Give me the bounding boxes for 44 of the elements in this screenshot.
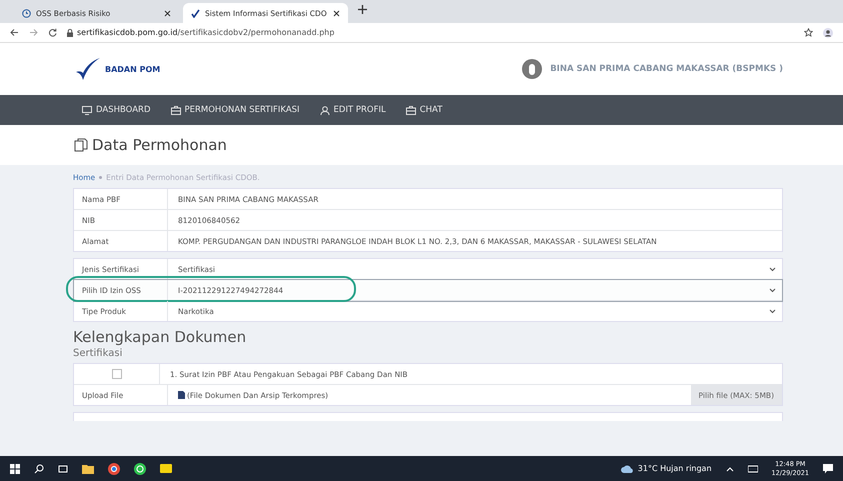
close-icon[interactable] — [164, 10, 171, 16]
section-subheading: Sertifikasi — [73, 348, 124, 359]
chat-app-icon[interactable] — [134, 462, 146, 474]
star-icon[interactable] — [804, 28, 813, 37]
windows-icon[interactable] — [10, 464, 20, 474]
nav-link[interactable]: PERMOHONAN SERTIFIKASI — [170, 105, 300, 115]
user-icon — [320, 106, 330, 114]
weather-text[interactable]: 31°C Hujan ringan — [638, 464, 712, 473]
notification-icon[interactable] — [823, 464, 833, 474]
reload-icon[interactable] — [48, 28, 57, 37]
breadcrumb-separator — [99, 176, 102, 179]
documents-icon — [74, 138, 88, 152]
network-icon[interactable] — [748, 464, 758, 472]
checkmark-icon — [191, 8, 200, 18]
user-name: BINA SAN PRIMA CABANG MAKASSAR (BSPMKS ) — [550, 64, 783, 74]
nav-link[interactable]: EDIT PROFIL — [320, 105, 386, 115]
cloud-icon — [620, 464, 633, 472]
close-icon[interactable] — [333, 10, 340, 16]
profile-icon[interactable] — [823, 28, 833, 38]
nav-link[interactable]: DASHBOARD — [82, 105, 150, 115]
briefcase-icon — [406, 106, 416, 114]
file-icon — [178, 391, 185, 399]
task-view-icon[interactable] — [58, 464, 68, 474]
lock-icon — [67, 28, 73, 36]
browser-icon[interactable] — [108, 462, 120, 474]
caret-up-icon[interactable] — [726, 466, 734, 472]
clock-icon — [22, 8, 31, 18]
new-tab-icon[interactable] — [358, 4, 367, 14]
checkmark-logo-icon — [75, 57, 101, 81]
back-icon[interactable] — [10, 28, 19, 37]
folder-icon[interactable] — [82, 464, 94, 474]
chevron-icon — [769, 288, 776, 292]
user-avatar-icon — [522, 59, 542, 79]
monitor-icon — [82, 106, 92, 114]
section-heading: Kelengkapan Dokumen — [73, 328, 248, 346]
chevron-icon — [769, 308, 776, 314]
search-icon[interactable] — [34, 464, 44, 474]
chevron-icon — [769, 266, 776, 272]
logo-text: BADAN POM — [105, 64, 160, 74]
briefcase-icon — [170, 106, 180, 114]
address-url[interactable]: sertifikasicdob.pom.go.id/sertifikasicdobv2/permohonanadd.php — [77, 28, 334, 37]
nav-link[interactable]: CHAT — [406, 105, 442, 115]
page-title: Data Permohonan — [92, 136, 227, 154]
checkbox[interactable] — [112, 369, 122, 379]
